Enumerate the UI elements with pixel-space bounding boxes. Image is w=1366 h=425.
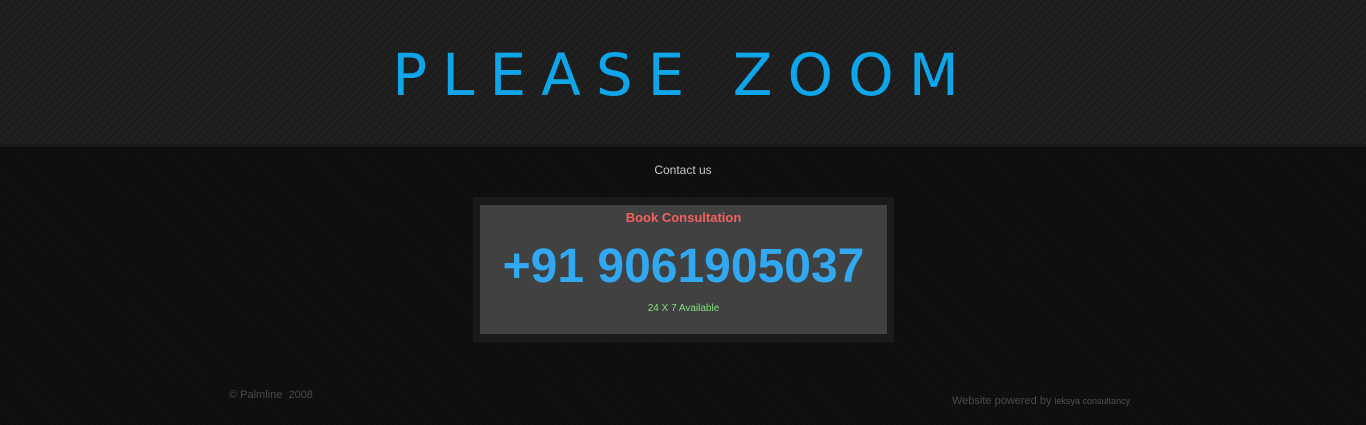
powered-by-text: Website powered by leksya consultancy — [952, 395, 1130, 408]
contact-us-link[interactable]: Contact us — [0, 163, 1366, 177]
copyright-text: © Palmline 2008 — [229, 389, 313, 401]
powered-by-company-link[interactable]: leksya consultancy — [1055, 396, 1131, 406]
consultation-card: Book Consultation +91 9061905037 24 X 7 … — [480, 205, 887, 334]
site-logo[interactable]: PLEASE ZOOM — [0, 40, 1366, 110]
availability-text: 24 X 7 Available — [647, 303, 720, 314]
phone-number[interactable]: +91 9061905037 — [480, 239, 887, 295]
powered-by-label: Website powered by — [952, 395, 1055, 407]
book-consultation-title: Book Consultation — [625, 210, 742, 225]
